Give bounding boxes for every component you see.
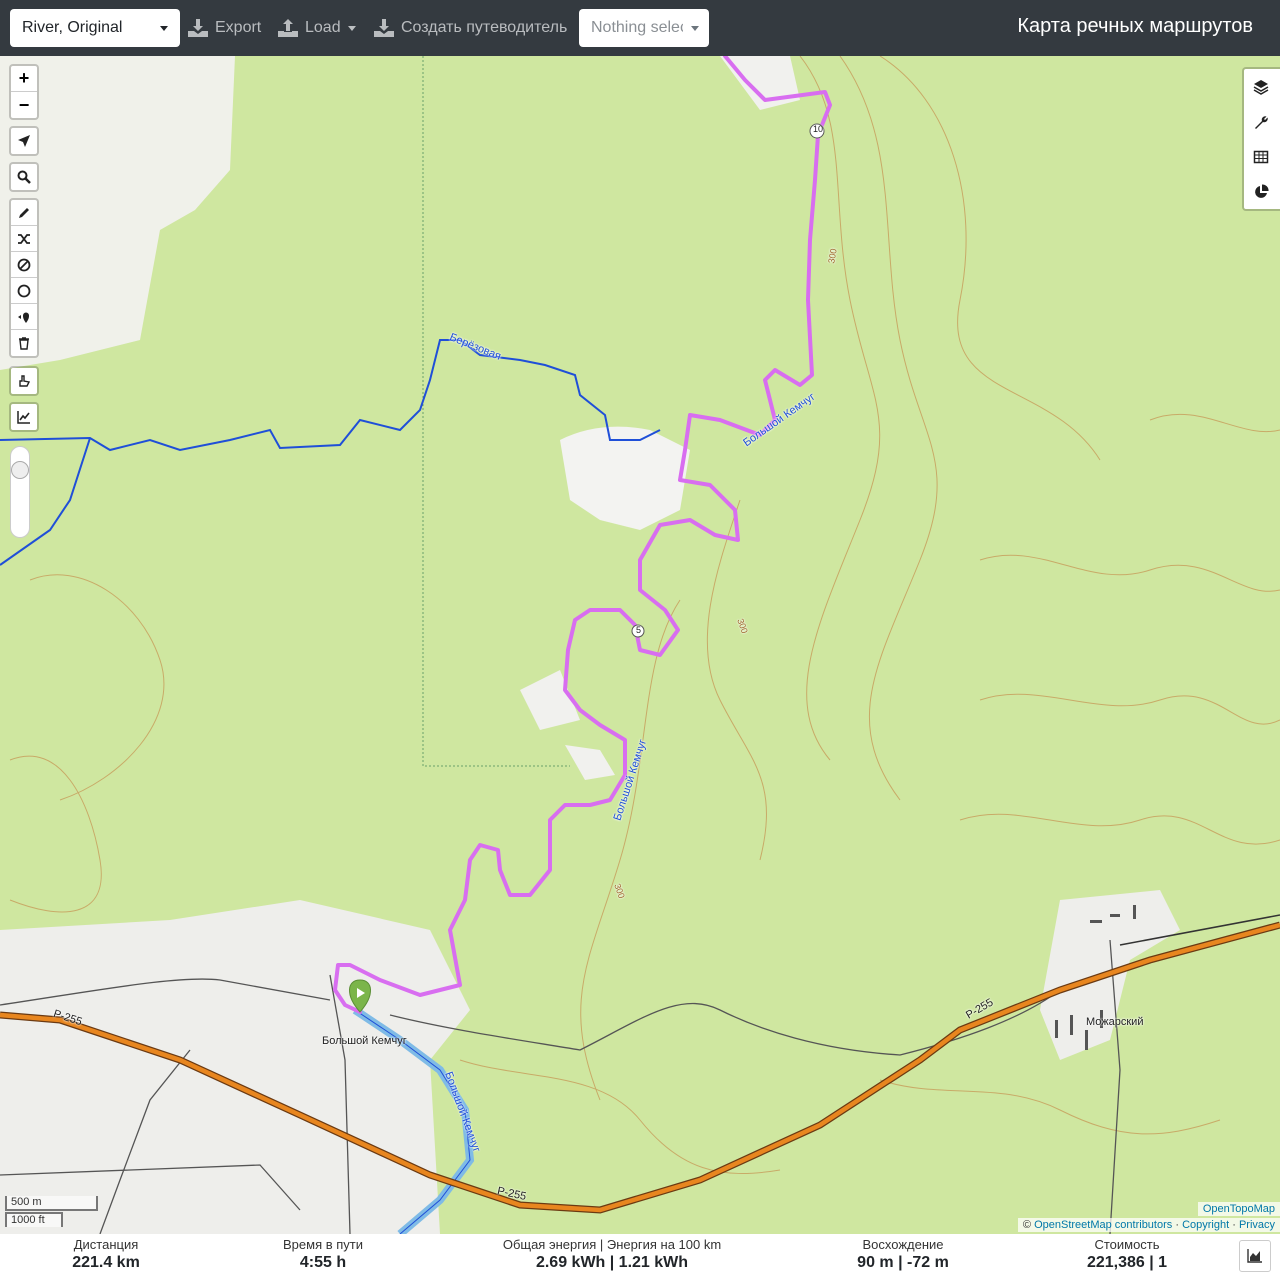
profile-select-value: River, Original — [22, 19, 123, 36]
table-icon — [1253, 150, 1269, 163]
app-title: Карта речных маршрутов — [1017, 15, 1253, 37]
stat-label: Общая энергия | Энергия на 100 km — [502, 1237, 722, 1252]
stat-distance: Дистанция 221.4 km — [72, 1234, 140, 1272]
privacy-link[interactable]: Privacy — [1239, 1219, 1275, 1231]
settings-button[interactable] — [1244, 104, 1278, 139]
locate-button[interactable] — [11, 128, 37, 154]
draw-toolbar — [9, 198, 39, 358]
reverse-route-button[interactable] — [11, 226, 37, 252]
create-guide-button[interactable]: Создать путеводитель — [374, 9, 567, 47]
circle-button[interactable] — [11, 278, 37, 304]
analysis-button[interactable] — [1244, 174, 1278, 209]
stat-value: 221,386 | 1 — [1086, 1254, 1168, 1271]
hint-control — [9, 366, 39, 396]
place-label: Большой Кемчуг — [322, 1035, 407, 1047]
chevron-down-icon — [347, 25, 356, 31]
scale-imperial: 1000 ft — [5, 1212, 63, 1227]
no-go-area-button[interactable] — [11, 252, 37, 278]
area-chart-icon — [1247, 1249, 1262, 1263]
load-label: Load — [305, 19, 341, 36]
create-guide-label: Создать путеводитель — [401, 19, 568, 36]
stat-time: Время в пути 4:55 h — [283, 1234, 363, 1272]
stat-ascent: Восхождение 90 m | -72 m — [857, 1234, 949, 1272]
table-button[interactable] — [1244, 139, 1278, 174]
opentopomap-link[interactable]: OpenTopoMap — [1203, 1203, 1275, 1215]
trash-icon — [19, 337, 29, 350]
chevron-down-icon — [691, 25, 699, 31]
stat-value: 90 m | -72 m — [857, 1254, 949, 1271]
random-icon — [18, 233, 30, 244]
zoom-in-button[interactable]: + — [11, 66, 37, 92]
right-toolbar — [1242, 67, 1280, 211]
scale-metric: 500 m — [5, 1196, 98, 1211]
pencil-icon — [19, 207, 29, 218]
hint-button[interactable] — [11, 368, 37, 394]
place-label: Можарский — [1086, 1016, 1144, 1028]
download-icon — [188, 19, 208, 37]
pie-chart-icon — [1255, 183, 1269, 198]
stat-value: 2.69 kWh | 1.21 kWh — [535, 1254, 689, 1271]
separator: · — [1175, 1219, 1179, 1231]
stat-cost: Стоимость 221,386 | 1 — [1087, 1234, 1167, 1272]
export-label: Export — [215, 19, 262, 36]
attribution: © OpenStreetMap contributors · Copyright… — [1017, 1218, 1280, 1232]
zoom-control: + − — [9, 64, 39, 120]
stat-value: 4:55 h — [299, 1254, 347, 1271]
layers-button[interactable] — [1244, 69, 1278, 104]
route-stats-bar: Дистанция 221.4 km Время в пути 4:55 h О… — [0, 1234, 1280, 1280]
route-selectpicker[interactable]: Nothing selected — [579, 9, 709, 47]
copyright-link[interactable]: Copyright — [1182, 1219, 1229, 1231]
ban-icon — [17, 258, 31, 271]
profile-select[interactable]: River, Original — [10, 9, 180, 47]
search-icon — [17, 170, 31, 184]
map-marker-icon — [18, 312, 29, 323]
line-chart-icon — [17, 411, 30, 424]
upload-icon — [278, 19, 298, 37]
load-button[interactable]: Load — [278, 9, 356, 47]
map-tiles — [0, 56, 1280, 1234]
stat-value: 221.4 km — [72, 1254, 140, 1271]
km-marker-label: 10 — [813, 124, 824, 134]
tiles-attribution: OpenTopoMap — [1197, 1202, 1280, 1216]
stat-energy: Общая энергия | Энергия на 100 km 2.69 k… — [503, 1234, 721, 1272]
selectpicker-value: Nothing selected — [591, 19, 683, 36]
elevation-control — [9, 402, 39, 432]
search-control — [9, 162, 39, 192]
poi-button[interactable] — [11, 304, 37, 330]
layers-icon — [1253, 79, 1269, 95]
map-view[interactable]: Большой Кемчуг Можарский Р-255 Р-255 Р-2… — [0, 56, 1280, 1234]
hand-pointer-icon — [19, 375, 31, 387]
chevron-down-icon — [160, 25, 168, 31]
stat-label: Дистанция — [73, 1237, 139, 1252]
stat-label: Восхождение — [862, 1237, 944, 1252]
delete-route-button[interactable] — [11, 330, 37, 356]
locate-control — [9, 126, 39, 156]
draw-route-button[interactable] — [11, 200, 37, 226]
separator: · — [1232, 1219, 1236, 1231]
search-button[interactable] — [11, 164, 37, 190]
opacity-slider[interactable] — [10, 446, 30, 538]
circle-icon — [17, 284, 31, 297]
stat-label: Время в пути — [283, 1237, 363, 1252]
export-button[interactable]: Export — [188, 9, 261, 47]
slider-handle[interactable] — [11, 461, 29, 479]
download-icon — [374, 19, 394, 37]
elevation-chart-button[interactable] — [1239, 1240, 1271, 1272]
zoom-out-button[interactable]: − — [11, 92, 37, 118]
top-navbar: River, Original Export Load Создать путе… — [0, 0, 1280, 56]
wrench-icon — [1255, 115, 1268, 129]
stat-label: Стоимость — [1094, 1237, 1160, 1252]
location-arrow-icon — [18, 135, 30, 147]
copyright-symbol: © — [1022, 1219, 1032, 1231]
osm-link[interactable]: OpenStreetMap contributors — [1034, 1219, 1172, 1231]
elevation-profile-button[interactable] — [11, 404, 37, 430]
km-marker-label: 5 — [636, 625, 642, 635]
